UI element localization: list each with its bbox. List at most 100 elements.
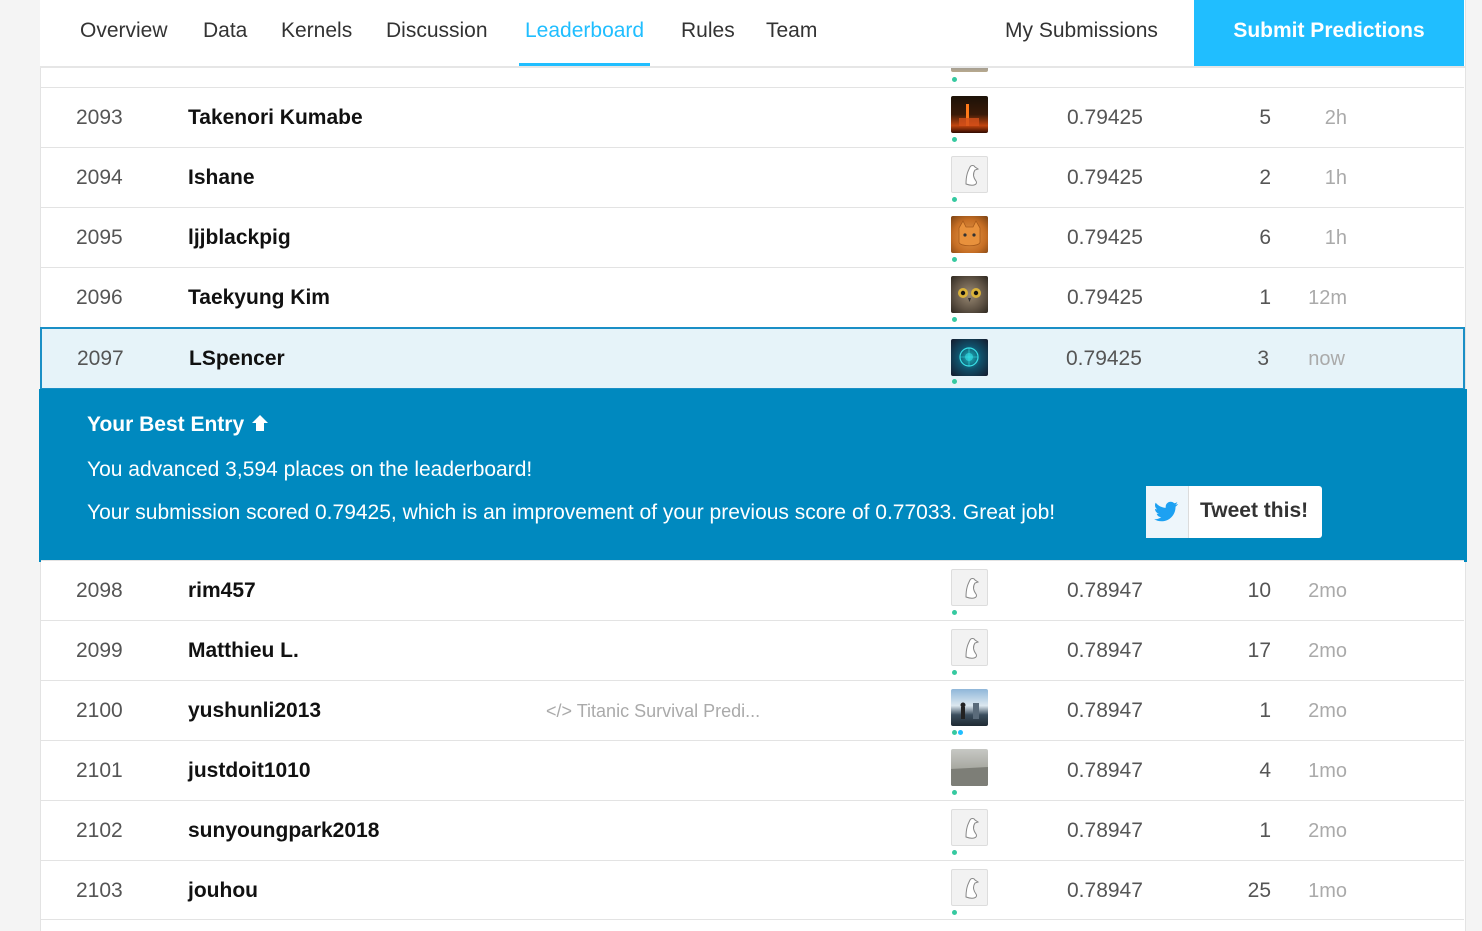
team-name[interactable]: rim457 [188, 561, 256, 620]
rank: 2096 [76, 286, 123, 309]
score: 0.79425 [1067, 286, 1143, 309]
status-dot [952, 790, 957, 795]
status-dot [952, 730, 957, 735]
tab-leaderboard[interactable]: Leaderboard [519, 0, 651, 66]
leaderboard-row[interactable]: 2102 sunyoungpark2018 0.78947 1 2mo [41, 800, 1464, 860]
avatar[interactable] [951, 156, 988, 193]
tab-rules[interactable]: Rules [681, 0, 735, 66]
entries: 1 [1259, 819, 1271, 842]
entries: 25 [1247, 879, 1271, 902]
score: 0.79425 [1067, 106, 1143, 129]
current-user-row[interactable]: 2097 LSpencer 0.79425 3 now [40, 327, 1465, 390]
team-name[interactable]: Ishane [188, 148, 255, 207]
avatar[interactable] [951, 339, 988, 376]
leaderboard-row[interactable]: 2095 ljjblackpig 0.79425 6 1h [41, 207, 1464, 267]
entries: 5 [1259, 106, 1271, 129]
last-submission: 1mo [1308, 880, 1347, 902]
rank: 2102 [76, 819, 123, 842]
cat-icon [958, 220, 981, 247]
entries: 17 [1247, 639, 1271, 662]
score: 0.79425 [1066, 347, 1142, 370]
score: 0.79425 [1067, 226, 1143, 249]
leaderboard-row[interactable]: 2100 yushunli2013 </> Titanic Survival P… [41, 680, 1464, 740]
last-submission: 2mo [1308, 820, 1347, 842]
rank: 2103 [76, 879, 123, 902]
status-dot [952, 610, 957, 615]
goose-icon [965, 578, 980, 599]
team-name[interactable]: ljjblackpig [188, 208, 291, 267]
team-name[interactable]: yushunli2013 [188, 681, 321, 740]
tweet-button[interactable]: Tweet this! [1146, 486, 1322, 538]
score: 0.78947 [1067, 819, 1143, 842]
avatar[interactable] [951, 809, 988, 846]
leaderboard-row[interactable]: 2093 Takenori Kumabe 0.79425 5 2h [41, 87, 1464, 147]
last-submission: now [1308, 348, 1345, 370]
avatar[interactable] [951, 96, 988, 133]
last-submission: 2mo [1308, 580, 1347, 602]
avatar[interactable] [951, 216, 988, 253]
leaderboard-row[interactable]: 2101 justdoit1010 0.78947 4 1mo [41, 740, 1464, 800]
tab-kernels[interactable]: Kernels [281, 0, 352, 66]
status-dot [952, 317, 957, 322]
rank: 2093 [76, 106, 123, 129]
tab-discussion[interactable]: Discussion [386, 0, 488, 66]
rank: 2094 [76, 166, 123, 189]
owl-icon [958, 288, 981, 302]
entries: 6 [1259, 226, 1271, 249]
best-entry-banner: Your Best Entry You advanced 3,594 place… [39, 389, 1467, 562]
brain-network-icon [959, 347, 979, 367]
team-name[interactable]: Taekyung Kim [188, 268, 330, 327]
arrow-up-icon [252, 415, 268, 431]
leaderboard-row[interactable]: 2094 Ishane 0.79425 2 1h [41, 147, 1464, 207]
submit-predictions-button[interactable]: Submit Predictions [1194, 0, 1464, 66]
status-dot [952, 137, 957, 142]
avatar[interactable] [951, 569, 988, 606]
score: 0.78947 [1067, 579, 1143, 602]
team-name[interactable]: LSpencer [189, 329, 285, 388]
avatar[interactable] [951, 689, 988, 726]
team-name[interactable]: jouhou [188, 861, 258, 920]
my-submissions-link[interactable]: My Submissions [1005, 0, 1158, 66]
kernel-title: Titanic Survival Predi... [576, 701, 761, 721]
status-dot [952, 197, 957, 202]
team-name[interactable]: justdoit1010 [188, 741, 311, 800]
tab-overview[interactable]: Overview [80, 0, 168, 66]
status-dot [952, 379, 957, 384]
places-advanced-text: You advanced 3,594 places on the leaderb… [87, 458, 533, 481]
entries: 1 [1259, 286, 1271, 309]
leaderboard-row[interactable]: 2103 jouhou 0.78947 25 1mo [41, 860, 1464, 920]
last-submission: 2mo [1308, 640, 1347, 662]
landscape-icon [951, 767, 988, 786]
avatar[interactable] [951, 869, 988, 906]
last-submission: 1h [1324, 227, 1347, 249]
score: 0.79425 [1067, 166, 1143, 189]
team-name[interactable]: Takenori Kumabe [188, 88, 363, 147]
twitter-icon [1146, 486, 1189, 538]
code-icon: </> [546, 701, 573, 721]
entries: 4 [1259, 759, 1271, 782]
city-lights-icon [959, 104, 979, 126]
rank: 2099 [76, 639, 123, 662]
goose-icon [965, 638, 980, 659]
kernel-link[interactable]: </> Titanic Survival Predi... [546, 681, 760, 740]
team-name[interactable]: Matthieu L. [188, 621, 299, 680]
tab-data[interactable]: Data [203, 0, 247, 66]
avatar[interactable] [951, 276, 988, 313]
status-dot [952, 257, 957, 262]
avatar[interactable] [951, 629, 988, 666]
avatar[interactable] [951, 749, 988, 786]
best-entry-title-text: Your Best Entry [87, 413, 245, 436]
leaderboard-row[interactable]: 2098 rim457 0.78947 10 2mo [41, 560, 1464, 620]
tab-team[interactable]: Team [766, 0, 817, 66]
rank: 2098 [76, 579, 123, 602]
goose-icon [965, 165, 980, 186]
status-dot [952, 910, 957, 915]
status-dot [952, 850, 957, 855]
leaderboard-row[interactable]: 2096 Taekyung Kim 0.79425 1 12m [41, 267, 1464, 327]
leaderboard-row[interactable]: 2099 Matthieu L. 0.78947 17 2mo [41, 620, 1464, 680]
last-submission: 12m [1308, 287, 1347, 309]
team-name[interactable]: sunyoungpark2018 [188, 801, 379, 860]
rank: 2095 [76, 226, 123, 249]
rank: 2100 [76, 699, 123, 722]
person-photo-icon [960, 702, 979, 719]
